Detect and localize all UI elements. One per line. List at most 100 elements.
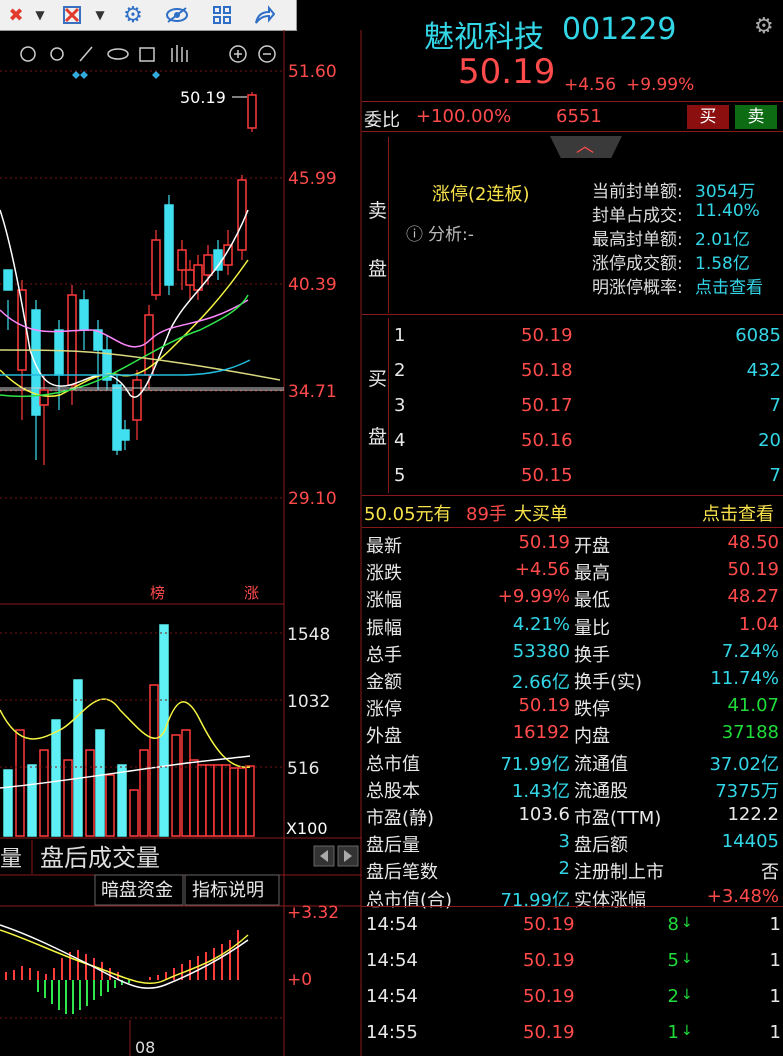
quote-label: 流通值: [574, 753, 628, 775]
dropdown-arrow-icon[interactable]: ▼: [28, 3, 52, 27]
quote-value: 2: [558, 858, 570, 880]
close-x-icon[interactable]: ✖: [4, 3, 28, 27]
quote-label: 实体涨幅: [574, 889, 646, 911]
volume-bar: [149, 684, 159, 837]
dropdown-arrow-icon[interactable]: ▼: [88, 3, 112, 27]
dark-pool-button[interactable]: 暗盘资金: [101, 880, 173, 901]
candle-body: [112, 384, 122, 451]
quote-label: 振幅: [366, 617, 402, 639]
sell-stat-label: 明涨停概率:: [592, 278, 683, 298]
volume-bar: [129, 789, 139, 837]
big-order-link[interactable]: 点击查看: [702, 500, 774, 526]
quote-value: 37188: [721, 722, 779, 744]
candle-body: [67, 294, 77, 386]
quote-value: 14405: [721, 831, 779, 853]
volume-bar: [139, 749, 149, 837]
lock-icon: [139, 47, 155, 62]
volume-bar: [27, 764, 37, 837]
eye-icon: [107, 48, 129, 60]
buy-button[interactable]: 买: [687, 105, 729, 129]
sell-stat-value: 2.01亿: [695, 230, 750, 250]
gear-icon[interactable]: ⚙: [754, 14, 774, 39]
indicator-button[interactable]: 指标说明: [192, 880, 264, 901]
buy-level-volume: 7: [769, 465, 781, 486]
candle-body: [151, 239, 161, 296]
price-axis-label: 40.39: [288, 275, 337, 295]
macd-axis-label: +0: [287, 970, 312, 990]
chevron-up-icon: ︿: [576, 136, 594, 157]
tab-after-hours-volume[interactable]: 盘后成交量: [40, 844, 160, 872]
quote-value: 4.21%: [512, 613, 570, 635]
buy-level-volume: 6085: [735, 325, 781, 346]
quote-value: 71.99亿: [500, 753, 570, 775]
tick-time: 14:55: [366, 1022, 418, 1043]
tick-price: 50.19: [523, 986, 575, 1007]
sell-stat-value: 1.58亿: [695, 254, 750, 274]
sell-stat-label: 封单占成交:: [592, 206, 683, 226]
quote-value: 50.19: [518, 532, 570, 553]
price-change: +4.56: [564, 75, 617, 95]
big-order-qty: 89手: [466, 504, 507, 525]
candle-body: [132, 379, 142, 421]
quote-label: 总市值(合): [366, 889, 453, 911]
volume-bar: [117, 764, 127, 837]
volume-bar: [205, 764, 215, 837]
quote-label: 市盈(静): [366, 808, 435, 829]
quote-value: 1.43亿: [511, 780, 570, 802]
tab-volume-partial[interactable]: 量: [0, 847, 22, 872]
sell-button[interactable]: 卖: [735, 105, 777, 129]
quote-label: 盘后笔数: [366, 862, 438, 884]
quote-value: 否: [761, 862, 779, 884]
volume-bar: [221, 764, 231, 837]
volume-axis-label: 1548: [287, 625, 330, 645]
arrow-down-icon: ↓: [681, 951, 693, 967]
quote-value: 122.2: [727, 804, 779, 825]
volume-bar: [51, 719, 61, 837]
quote-label: 涨停: [366, 699, 402, 721]
volume-bar: [85, 749, 95, 837]
candle-body: [54, 329, 64, 376]
quote-label: 开盘: [574, 536, 610, 557]
current-price: 50.19: [458, 52, 556, 92]
quote-label: 市盈(TTM): [574, 808, 662, 829]
kline-chart[interactable]: 51.60 45.99 40.39 34.71 29.10 50.19 榜 涨 1548…: [0, 30, 362, 1056]
sell-stat-value: 3054万: [695, 182, 756, 202]
grid-icon[interactable]: [210, 3, 234, 27]
weibi-ratio: +100.00%: [416, 106, 512, 127]
buy-level-price: 50.15: [521, 465, 573, 486]
buy-level-index: 2: [394, 360, 406, 381]
buy-level-index: 5: [394, 465, 406, 486]
weibi-label: 委比: [364, 110, 400, 131]
pen-icon: [79, 46, 93, 62]
target-icon: [20, 46, 36, 62]
quote-label: 外盘: [366, 726, 402, 748]
zhang-marker: 涨: [244, 584, 259, 602]
quote-value: 50.19: [727, 559, 779, 581]
candle-body: [3, 269, 13, 291]
eye-hide-icon[interactable]: [165, 3, 189, 27]
sell-stat-value[interactable]: 点击查看: [695, 273, 763, 298]
volume-bar: [73, 679, 83, 837]
tick-count: 1: [769, 950, 781, 971]
big-order-text: 大买单: [514, 504, 568, 525]
share-arrow-icon[interactable]: [252, 3, 276, 27]
quote-label: 涨跌: [366, 563, 402, 585]
delete-drawing-icon[interactable]: [60, 3, 84, 27]
buy-level-index: 4: [394, 430, 406, 451]
volume-bar: [95, 729, 105, 837]
tick-time: 14:54: [366, 914, 418, 935]
arrow-down-icon: ↓: [681, 1023, 693, 1039]
candle-body: [247, 94, 257, 129]
sell-stat-label: 当前封单额:: [592, 182, 683, 202]
buy-level-index: 1: [394, 325, 406, 346]
gear-icon[interactable]: ⚙: [121, 3, 145, 28]
quote-label: 金额: [366, 672, 402, 693]
quote-panel: 魅视科技 001229 ⚙ 50.19 +4.56 +9.99% 委比 +100…: [362, 0, 783, 1056]
buy-level-index: 3: [394, 395, 406, 416]
quote-label: 盘后额: [574, 835, 628, 857]
candle-body: [79, 299, 89, 331]
tick-volume: 2: [667, 986, 679, 1007]
price-axis-label: 34.71: [288, 382, 337, 402]
quote-value: +3.48%: [706, 885, 779, 907]
candle-body: [185, 269, 195, 286]
